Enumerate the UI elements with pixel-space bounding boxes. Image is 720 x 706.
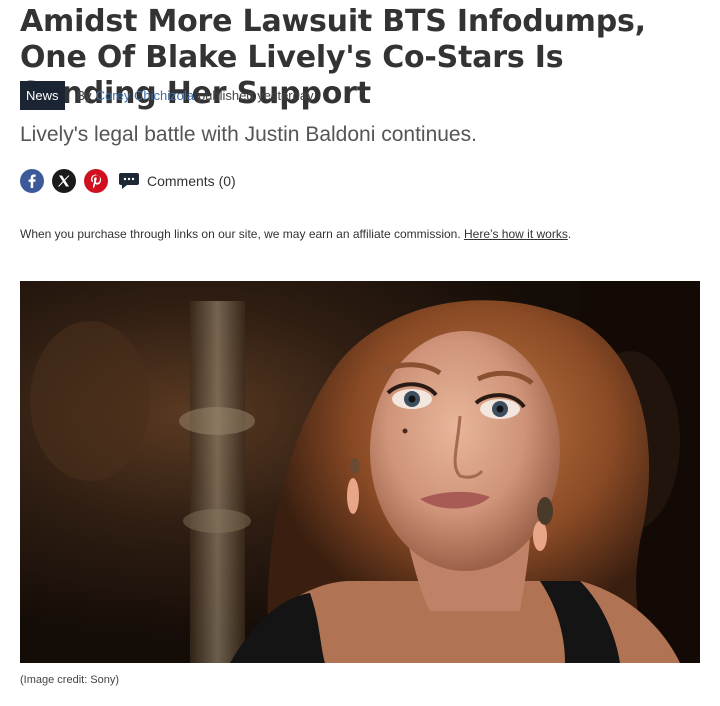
article-strapline: Lively's legal battle with Justin Baldon…	[20, 123, 477, 146]
comments-label: Comments (0)	[147, 173, 236, 189]
affiliate-disclaimer-text: When you purchase through links on our s…	[20, 227, 461, 241]
pinterest-share-button[interactable]	[84, 169, 108, 193]
byline: News By Corey Chichizola published yeste…	[20, 81, 314, 110]
hero-image	[20, 281, 700, 663]
author-link[interactable]: Corey Chichizola	[96, 88, 194, 103]
facebook-icon	[28, 174, 36, 188]
comments-button[interactable]: Comments (0)	[118, 171, 236, 191]
category-tag[interactable]: News	[20, 81, 65, 110]
share-bar: Comments (0)	[20, 169, 236, 193]
published-date: published yesterday	[197, 88, 314, 103]
affiliate-disclaimer: When you purchase through links on our s…	[20, 226, 571, 242]
comment-bubble-icon	[119, 173, 139, 189]
x-share-button[interactable]	[52, 169, 76, 193]
affiliate-how-it-works-link[interactable]: Here’s how it works	[464, 227, 568, 241]
affiliate-disclaimer-period: .	[567, 227, 572, 241]
byline-prefix: By	[76, 88, 92, 103]
x-twitter-icon	[57, 175, 70, 187]
pinterest-icon	[90, 174, 101, 189]
hero-photo	[20, 281, 700, 663]
facebook-share-button[interactable]	[20, 169, 44, 193]
image-credit: (Image credit: Sony)	[20, 674, 120, 686]
